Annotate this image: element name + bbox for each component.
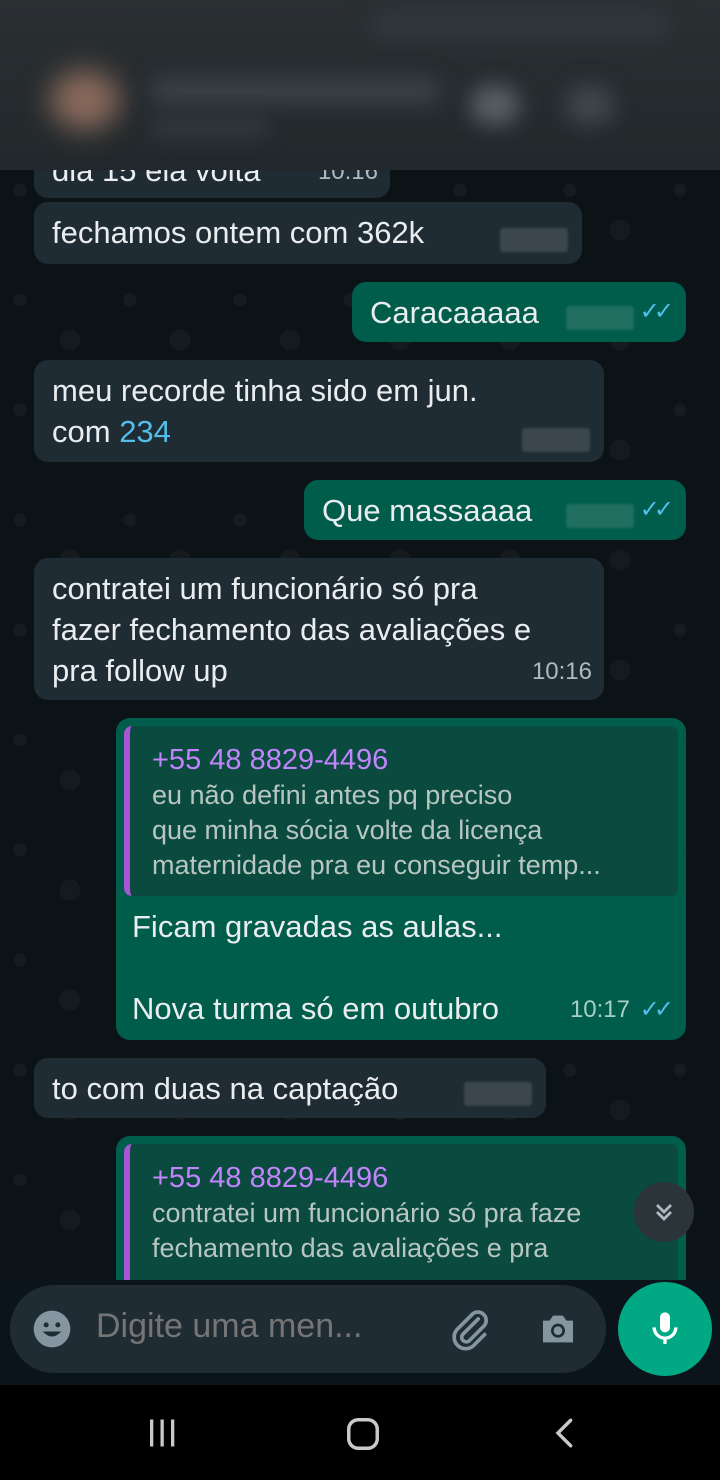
message-incoming[interactable]: dia 15 ela volta 10:16 [34, 170, 390, 198]
paperclip-icon[interactable] [448, 1307, 492, 1351]
message-time-hidden [500, 228, 568, 252]
chevron-double-down-icon [656, 1204, 672, 1221]
message-outgoing[interactable]: Que massaaaa ✓✓ [304, 480, 686, 540]
message-time-hidden [522, 428, 590, 452]
contact-avatar[interactable] [50, 70, 120, 130]
quoted-message[interactable]: +55 48 8829-4496 eu não defini antes pq … [124, 726, 678, 896]
status-bar [370, 10, 670, 40]
read-receipt-icon: ✓✓ [639, 496, 674, 523]
message-outgoing-reply[interactable]: +55 48 8829-4496 contratei um funcionári… [116, 1136, 686, 1280]
message-time: 10:16 [317, 170, 378, 185]
home-icon[interactable] [344, 1415, 382, 1453]
message-incoming[interactable]: contratei um funcionário só pra fazer fe… [34, 558, 604, 700]
chat-header [0, 0, 720, 170]
quoted-sender: +55 48 8829-4496 [152, 1162, 389, 1194]
message-text: pra follow up [52, 653, 228, 688]
message-text: meu recorde tinha sido em jun. [52, 373, 478, 408]
scroll-to-bottom-button[interactable] [634, 1182, 694, 1242]
call-icon[interactable] [565, 85, 615, 125]
contact-status [150, 118, 270, 136]
message-text: fazer fechamento das avaliações e [52, 612, 532, 647]
message-text: Nova turma só em outubro [132, 991, 500, 1026]
quoted-message[interactable]: +55 48 8829-4496 contratei um funcionári… [124, 1144, 678, 1280]
contact-name[interactable] [150, 78, 440, 104]
message-input[interactable] [96, 1307, 436, 1346]
message-text: dia 15 ela volta [52, 170, 261, 188]
message-list[interactable]: dia 15 ela volta 10:16 fechamos ontem co… [0, 170, 720, 1280]
message-outgoing-reply[interactable]: +55 48 8829-4496 eu não defini antes pq … [116, 718, 686, 1040]
message-incoming[interactable]: meu recorde tinha sido em jun. com 234 [34, 360, 604, 462]
emoji-icon[interactable] [32, 1309, 72, 1349]
message-time: 10:16 [531, 658, 592, 685]
message-text: com [52, 414, 120, 449]
back-icon[interactable] [548, 1415, 582, 1451]
message-text: to com duas na captação [52, 1071, 399, 1106]
quoted-text: contratei um funcionário só pra faze fec… [152, 1198, 582, 1263]
message-time-hidden [464, 1082, 532, 1106]
message-incoming[interactable]: to com duas na captação [34, 1058, 546, 1118]
message-composer [10, 1285, 606, 1373]
read-receipt-icon: ✓✓ [639, 996, 674, 1023]
message-text: Caracaaaaa [370, 295, 539, 330]
video-call-icon[interactable] [470, 85, 520, 125]
message-text: contratei um funcionário só pra [52, 571, 478, 606]
read-receipt-icon: ✓✓ [639, 298, 674, 325]
phone-number-link[interactable]: 234 [119, 414, 171, 449]
recent-apps-icon[interactable] [144, 1415, 180, 1451]
message-outgoing[interactable]: Caracaaaaa ✓✓ [352, 282, 686, 342]
message-time-hidden [566, 504, 634, 528]
system-nav-bar [0, 1385, 720, 1480]
message-time-hidden [566, 306, 634, 330]
microphone-icon [652, 1312, 678, 1344]
voice-message-button[interactable] [618, 1282, 712, 1376]
message-text: Que massaaaa [322, 493, 533, 528]
message-time: 10:17 [569, 996, 630, 1023]
quoted-text: eu não defini antes pq preciso que minha… [152, 780, 601, 880]
quoted-sender: +55 48 8829-4496 [152, 744, 389, 776]
message-text: fechamos ontem com 362k [52, 215, 425, 250]
camera-icon[interactable] [538, 1309, 578, 1349]
message-incoming[interactable]: fechamos ontem com 362k [34, 202, 582, 264]
message-text: Ficam gravadas as aulas... [132, 909, 503, 944]
